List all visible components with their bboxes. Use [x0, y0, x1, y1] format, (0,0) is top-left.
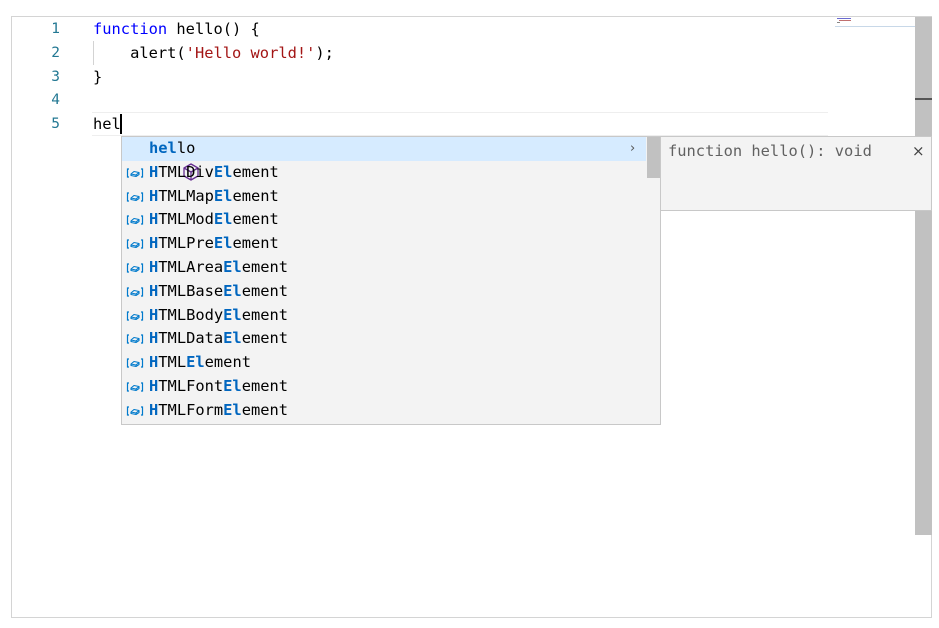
suggestion-label: HTMLPreElement: [149, 234, 279, 252]
suggestion-item[interactable]: HTMLBodyElement: [122, 304, 646, 328]
function-signature: function hello(): void: [668, 142, 872, 160]
suggestion-item[interactable]: HTMLFormElement: [122, 399, 646, 423]
suggestion-label: HTMLModElement: [149, 210, 279, 228]
text-cursor: [120, 114, 122, 134]
line-number: 2: [51, 45, 60, 61]
variable-icon: [124, 327, 146, 351]
suggestion-label: HTMLAreaElement: [149, 258, 289, 276]
suggestion-label: hello: [149, 139, 196, 157]
suggestion-label: HTMLFontElement: [149, 377, 289, 395]
code-line-1[interactable]: function hello() {: [93, 17, 260, 41]
suggestion-label: HTMLBodyElement: [149, 306, 289, 324]
line-number: 1: [51, 21, 60, 37]
line-number: 4: [51, 92, 60, 108]
variable-icon: [124, 375, 146, 399]
suggestion-item[interactable]: HTMLModElement: [122, 208, 646, 232]
suggestion-item[interactable]: HTMLAreaElement: [122, 256, 646, 280]
variable-icon: [124, 280, 146, 304]
suggestion-label: HTMLDivElement: [149, 163, 279, 181]
suggest-scrollbar-thumb[interactable]: [647, 137, 660, 178]
suggestion-item[interactable]: HTMLPreElement: [122, 232, 646, 256]
line-number: 5: [51, 116, 60, 132]
suggest-widget[interactable]: hello › HTMLDivElement HTMLMapElement HTML…: [121, 136, 661, 425]
variable-icon: [124, 208, 146, 232]
variable-icon: [124, 304, 146, 328]
scrollbar-cursor-marker: [915, 98, 932, 100]
code-token: alert(: [93, 44, 186, 62]
variable-icon: [124, 185, 146, 209]
minimap-viewport-border: [835, 26, 915, 27]
chevron-right-icon[interactable]: ›: [630, 137, 635, 160]
code-line-5[interactable]: hel: [93, 112, 121, 136]
variable-icon: [124, 399, 146, 423]
suggestion-item[interactable]: HTMLElement: [122, 351, 646, 375]
current-line-highlight: [92, 112, 828, 136]
suggestion-item[interactable]: HTMLFontElement: [122, 375, 646, 399]
close-icon[interactable]: ×: [912, 142, 925, 160]
suggestion-item[interactable]: HTMLDataElement: [122, 327, 646, 351]
suggestion-item[interactable]: HTMLBaseElement: [122, 280, 646, 304]
suggest-details-panel: function hello(): void ×: [660, 136, 932, 211]
variable-icon: [124, 161, 146, 185]
code-token: hello() {: [167, 20, 260, 38]
vertical-scrollbar[interactable]: [915, 17, 932, 535]
suggestion-label: HTMLBaseElement: [149, 282, 289, 300]
code-line-2[interactable]: alert('Hello world!');: [93, 41, 334, 65]
suggestion-item[interactable]: HTMLDivElement: [122, 161, 646, 185]
line-number: 3: [51, 69, 60, 85]
code-token: );: [315, 44, 334, 62]
keyword-token: function: [93, 20, 168, 38]
code-line-3[interactable]: }: [93, 65, 102, 89]
suggestion-label: HTMLFormElement: [149, 401, 289, 419]
variable-icon: [124, 256, 146, 280]
suggestion-label: HTMLElement: [149, 353, 251, 371]
variable-icon: [124, 232, 146, 256]
string-token: 'Hello world!': [185, 44, 316, 62]
suggestion-item[interactable]: HTMLMapElement: [122, 185, 646, 209]
variable-icon: [124, 351, 146, 375]
suggestion-label: HTMLDataElement: [149, 329, 289, 347]
suggestion-label: HTMLMapElement: [149, 187, 279, 205]
function-icon: [124, 137, 199, 181]
suggestion-item[interactable]: hello ›: [122, 137, 646, 181]
